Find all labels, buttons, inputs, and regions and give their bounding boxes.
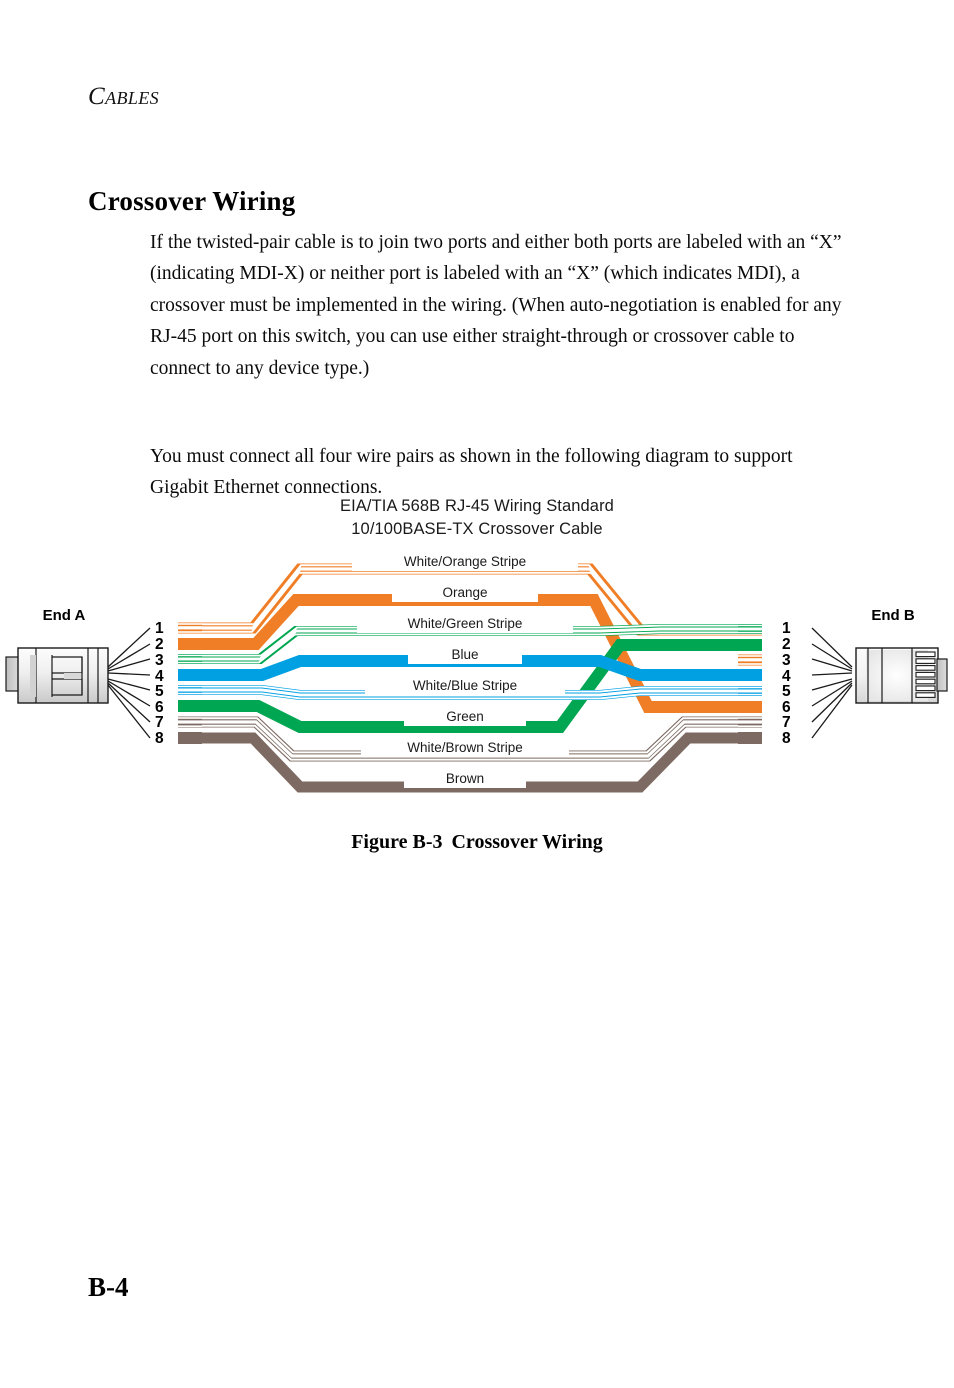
pin-number-b-2: 2 [782,636,791,653]
right-gap-mask [762,555,784,825]
wire-label-4: Blue [451,647,478,662]
wire-label-1: White/Orange Stripe [404,555,526,569]
pin-number-b-7: 7 [782,714,791,731]
end-b-contacts [915,651,936,698]
end-a-pin-numbers: 1 2 3 4 5 6 7 8 [155,620,164,747]
pin-number-a-2: 2 [155,636,164,653]
figure-title: EIA/TIA 568B RJ-45 Wiring Standard 10/10… [0,495,954,541]
pin-number-b-5: 5 [782,683,791,700]
running-head-rest: ABLES [105,88,160,108]
figure-caption-number: Figure B-3 [351,831,443,853]
wire-label-group: White/Orange Stripe Orange White/Green S… [352,551,578,788]
running-head: CABLES [88,83,159,111]
figure-title-line-1: EIA/TIA 568B RJ-45 Wiring Standard [340,497,614,515]
wire-label-8: Brown [446,771,484,786]
wiring-diagram-svg: White/Orange Stripe Orange White/Green S… [0,551,954,825]
body-paragraph-1: If the twisted-pair cable is to join two… [150,231,842,379]
pin-number-b-1: 1 [782,620,791,637]
end-a-connector [5,647,109,704]
pin-number-a-7: 7 [155,714,164,731]
pin-number-a-5: 5 [155,683,164,700]
end-b-pin-numbers: 1 2 3 4 5 6 7 8 [782,620,791,747]
end-b-label: End B [871,607,914,624]
wire-label-5: White/Blue Stripe [413,678,517,693]
pin-number-b-3: 3 [782,652,791,669]
end-b-pin-swatches [738,624,762,744]
pin-number-a-3: 3 [155,652,164,669]
wire-label-3: White/Green Stripe [408,616,523,631]
figure-caption-text: Crossover Wiring [451,831,603,853]
pin-number-b-8: 8 [782,730,791,747]
end-b-connector [855,647,948,704]
page-title: Crossover Wiring [88,186,296,217]
running-head-initial: C [88,83,106,110]
page-number: B-4 [88,1272,129,1302]
figure-title-line-2: 10/100BASE-TX Crossover Cable [351,520,603,538]
end-a-pin-swatches [178,622,202,744]
wire-label-2: Orange [442,585,487,600]
wire-label-6: Green [446,709,484,724]
pin-number-a-1: 1 [155,620,164,637]
end-a-label: End A [43,607,86,624]
pin-number-a-8: 8 [155,730,164,747]
figure-caption: Figure B-3 Crossover Wiring [0,831,954,854]
wire-label-7: White/Brown Stripe [407,740,523,755]
figure-diagram: White/Orange Stripe Orange White/Green S… [0,551,954,825]
figure-crossover-wiring: EIA/TIA 568B RJ-45 Wiring Standard 10/10… [0,495,954,854]
